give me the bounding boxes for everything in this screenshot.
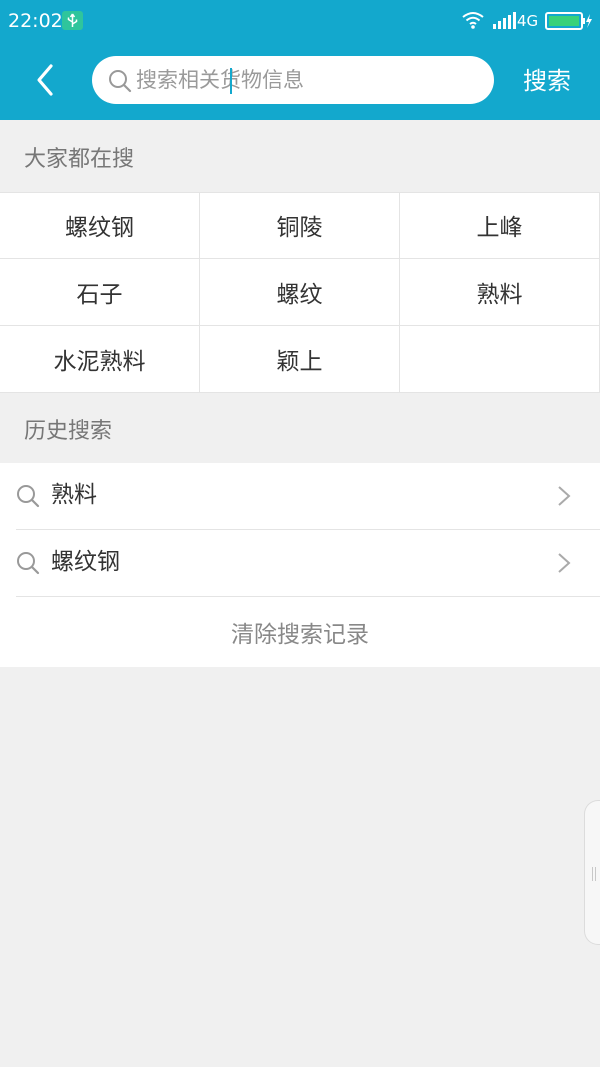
back-button[interactable] [26,60,66,100]
clear-history-button[interactable]: 清除搜索记录 [0,599,600,665]
history-item-label: 熟料 [51,482,97,508]
divider [0,192,600,193]
hot-search-item[interactable]: 螺纹 [200,259,400,326]
search-input[interactable] [136,64,476,96]
hot-search-item[interactable]: 熟料 [400,259,600,326]
status-time: 22:02 [8,10,63,32]
hot-searches-grid: 螺纹钢 铜陵 上峰 石子 螺纹 熟料 水泥熟料 颖上 [0,192,600,393]
chevron-left-icon [37,64,53,96]
history-item[interactable]: 螺纹钢 [16,530,600,597]
hot-search-item[interactable]: 上峰 [400,192,600,259]
hot-search-item[interactable]: 铜陵 [200,192,400,259]
hot-search-item[interactable]: 颖上 [200,326,400,393]
hot-search-item[interactable]: 石子 [0,259,200,326]
history-list: 熟料 螺纹钢 清除搜索记录 [0,463,600,667]
grip-icon [592,867,593,881]
history-item-label: 螺纹钢 [51,549,120,575]
signal-icon [492,10,516,34]
search-icon [16,484,40,512]
hot-search-item[interactable]: 水泥熟料 [0,326,200,393]
wifi-icon [461,10,485,34]
battery-charging-icon [545,12,593,34]
status-bar: 22:02 4G [0,0,600,42]
search-bar: 搜索 [0,42,600,120]
hot-search-empty-cell [400,326,600,393]
search-icon [16,551,40,579]
hot-searches-title: 大家都在搜 [24,147,135,172]
text-cursor [230,68,232,94]
app-header: 22:02 4G 搜索相关货物信息 搜索 [0,0,600,120]
chevron-right-icon [556,485,572,511]
history-item[interactable]: 熟料 [16,463,600,530]
search-button[interactable]: 搜索 [523,65,571,97]
network-type: 4G [517,12,539,30]
usb-icon [62,11,83,30]
chevron-right-icon [556,552,572,578]
search-icon [108,69,132,97]
floating-side-handle[interactable] [584,800,600,945]
hot-search-item[interactable]: 螺纹钢 [0,192,200,259]
search-field[interactable] [92,56,494,104]
history-title: 历史搜索 [24,419,113,444]
